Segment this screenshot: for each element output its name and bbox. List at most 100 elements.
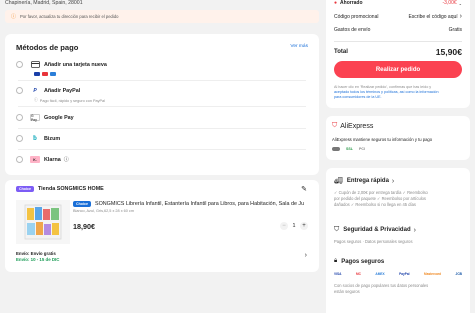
product-title-row[interactable]: Choice SONGMICS Librería Infantil, Estan… [73,201,315,207]
fast-delivery-title: Entrega rápida [346,178,389,184]
security-header[interactable]: ⛉ Seguridad & Privacidad › [334,226,416,234]
method-label-google-pay: Google Pay [44,114,74,121]
divider [18,128,306,129]
promo-row: Código promocional Escribe el código aqu… [334,13,462,20]
payment-method-bizum[interactable]: ƀ Bizum [16,135,60,142]
klarna-icon: K. [30,156,40,163]
partner-amex-icon: AMEX [375,272,385,276]
shipping-cost-label: Gastos de envío [334,27,371,33]
method-label-klarna: Klarna [44,156,61,163]
radio-card[interactable] [16,61,23,68]
paypal-icon: P [33,87,37,94]
security-text: Pagos seguros · Datos personales seguros [334,239,413,244]
brand-name: AliExpress [340,122,374,130]
increase-quantity-button[interactable]: + [300,222,308,230]
paypal-note-text: Pago fácil, rápido y seguro con PayPal [39,98,106,103]
payment-method-paypal[interactable]: P Añadir PayPal [16,87,80,94]
shipping-label: Envío: Envío gratis [16,251,56,256]
view-more-link[interactable]: Ver más [290,44,308,49]
payment-method-klarna[interactable]: K. Klarna ⓘ [16,156,69,163]
paypal-note: ⓘ Pago fácil, rápido y seguro con PayPal [34,98,105,103]
discount-row: ● Ahorrado -3,00€ ⌄ [334,0,462,6]
legal-text: Al hacer clic en 'Realizar pedido', conf… [334,85,462,99]
amex-icon [50,72,56,76]
chevron-right-icon[interactable]: › [460,13,462,20]
chevron-right-icon: › [413,226,416,234]
partner-visa-icon: VISA [334,272,342,276]
divider [18,80,306,81]
ssl-icon: SSL [346,147,353,151]
delivery-estimate: Envío: 10 - 15 de DIC [16,257,60,262]
discount-dot-icon: ● [334,0,338,6]
partner-mastercard-id-icon: Mastercard [424,272,442,276]
order-summary-card: ● Ahorrado -3,00€ ⌄ Código promocional Esc… [326,0,470,108]
info-icon: ⓘ [34,98,38,102]
address-warning-banner: ⓘ Por favor, actualiza tu dirección para… [5,10,319,23]
card-brand-logos [34,72,58,76]
radio-klarna[interactable] [16,156,23,163]
secure-payments-text: Con socios de pago populares tus datos p… [334,283,428,295]
store-name[interactable]: Tienda SONGMICS HOME [38,186,104,192]
edit-icon[interactable]: ✎ [301,185,307,193]
shipping-chevron-icon[interactable]: › [305,252,307,259]
payment-method-card[interactable]: Añadir una tarjeta nueva [16,61,107,68]
credit-card-icon [30,61,40,68]
address-text: Chapinería, Madrid, Spain, 28001 [5,0,83,6]
visa-icon [34,72,40,76]
security-shield-icon: ⛉ [334,226,340,233]
discount-value: -3,00€ [442,0,457,6]
radio-bizum[interactable] [16,135,23,142]
shield-icon: ⛉ [332,122,338,129]
radio-paypal[interactable] [16,87,23,94]
help-icon[interactable]: ⓘ [64,156,69,163]
payment-methods-card: Métodos de pago Ver más Añadir una tarje… [5,34,319,175]
pci-icon: PCI [359,147,365,151]
fast-delivery-details: ✓ Cupón de 2,00€ por entrega tardía ✓ Re… [334,190,428,208]
fast-delivery-header[interactable]: 🚚︎ Entrega rápida › [334,177,395,186]
radio-google-pay[interactable] [16,114,23,121]
warning-text: Por favor, actualiza tu dirección para r… [20,14,119,19]
quantity-stepper: − 1 + [280,222,308,230]
method-label-bizum: Bizum [44,135,61,142]
discount-label: Ahorrado [340,0,363,6]
warning-icon: ⓘ [11,14,17,20]
delivery-line-3: dañados ✓ Reembolso si no llega en 45 dí… [334,202,416,208]
total-value: 15,90€ [435,47,462,57]
payment-method-google-pay[interactable]: G Pay Google Pay [16,114,74,122]
toggle-icon [332,147,340,151]
secure-payments-header: 🔒︎ Pagos seguros [334,258,384,265]
store-header: Choice Tienda SONGMICS HOME [16,186,104,192]
shipping-cost-row: Gastos de envío Gratis [334,27,462,33]
product-choice-badge: Choice [73,201,91,207]
quantity-value[interactable]: 1 [288,223,300,229]
divider [18,149,306,150]
product-image [16,200,70,244]
lock-icon: 🔒︎ [334,258,338,264]
bizum-icon: ƀ [33,135,37,142]
payment-title: Métodos de pago [16,43,79,52]
shipping-cost-value: Gratis [448,27,462,33]
product-variant[interactable]: Blanco, Azul, Gris,62,5 x 28 x 60 cm [73,209,134,213]
product-title: SONGMICS Librería Infantil, Estantería I… [94,201,305,207]
payments-line-2: están seguros [334,289,360,295]
summary-divider [334,41,462,42]
partner-mastercard-icon: MC [355,272,361,276]
brand-tagline: AliExpress mantiene seguros tu informaci… [332,137,433,142]
promo-code-link[interactable]: Escribe el código aquí [408,14,457,20]
brand-row: ⛉ AliExpress [332,122,373,130]
decrease-quantity-button[interactable]: − [280,222,288,230]
aliexpress-trust-card: ⛉ AliExpress AliExpress mantiene seguros… [326,116,470,160]
payment-partner-logos: VISA MC AMEX PayPal Mastercard JCB [334,272,462,276]
store-choice-badge: Choice [16,186,34,192]
legal-line-3[interactable]: para consumidores de la UE. [334,95,462,100]
chevron-right-icon: › [391,177,395,185]
total-row: Total 15,90€ [334,47,462,57]
chevron-down-icon[interactable]: ⌄ [459,1,462,6]
security-title: Seguridad & Privacidad [343,227,411,233]
divider [18,106,306,107]
method-label-paypal: Añadir PayPal [44,87,81,94]
promo-label: Código promocional [334,13,379,20]
certification-icons: SSL PCI [332,147,365,151]
place-order-button[interactable]: Realizar pedido [334,61,462,78]
store-card: Choice Tienda SONGMICS HOME ✎ Choice SON… [5,180,319,272]
